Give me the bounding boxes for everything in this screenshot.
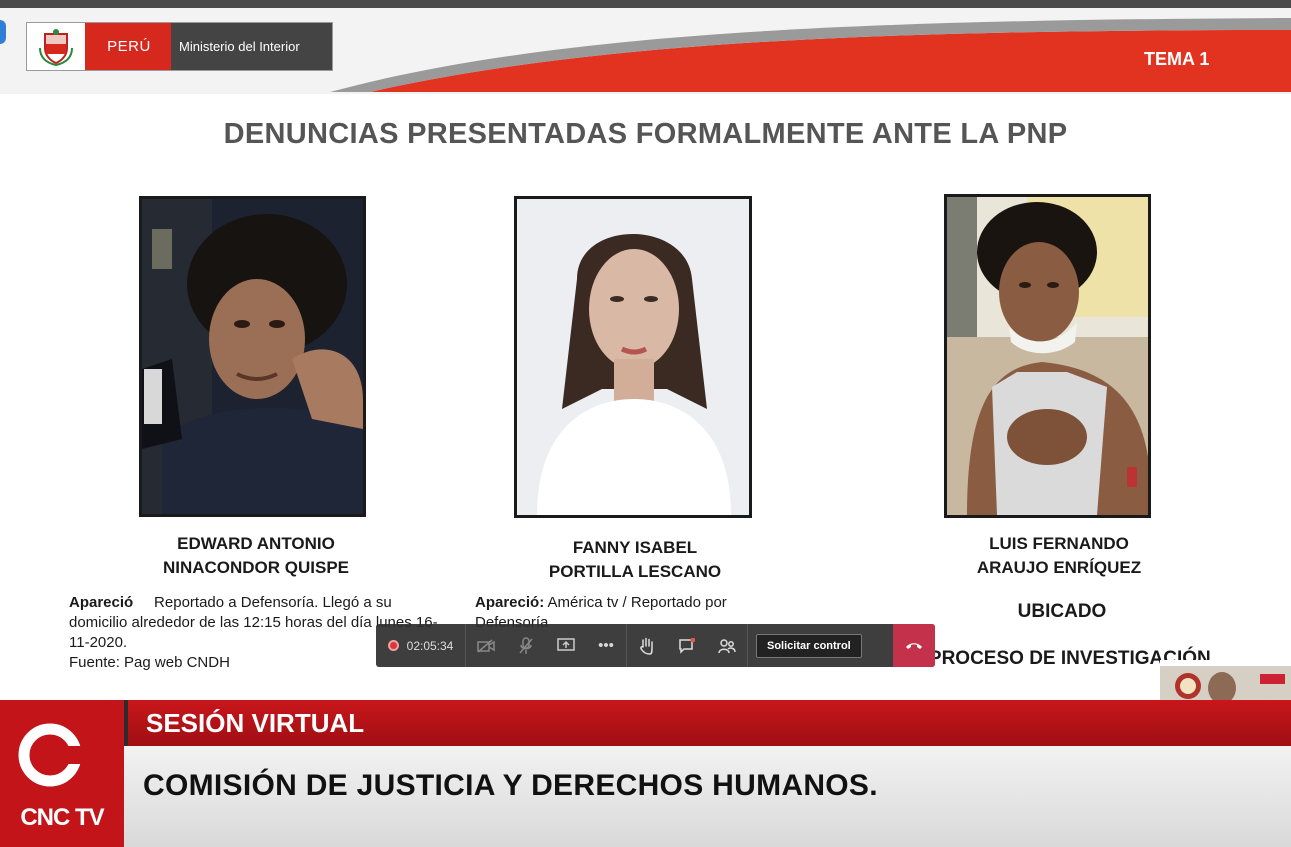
coat-of-arms-icon [27,23,85,70]
photo-person-2 [514,196,752,518]
desc-label: Apareció: [475,594,545,611]
chat-icon[interactable] [667,624,707,667]
desc-label: Apareció [69,594,134,611]
logo-country: PERÚ [85,23,171,70]
recording-indicator: 02:05:34 [376,624,466,667]
hang-up-button[interactable] [893,624,935,667]
record-icon [387,640,399,651]
photo-person-1 [139,196,366,517]
logo-ministry: Ministerio del Interior [171,23,332,70]
toolbar-divider [747,624,748,667]
mic-off-icon[interactable] [506,624,546,667]
request-control-button[interactable]: Solicitar control [756,633,862,658]
slide-title: DENUNCIAS PRESENTADAS FORMALMENTE ANTE L… [223,118,1068,150]
recording-time: 02:05:34 [406,638,454,653]
ministry-logo: PERÚ Ministerio del Interior [26,22,333,71]
person-1-name: EDWARD ANTONIO NINACONDOR QUISPE [162,534,350,577]
more-icon[interactable]: ••• [586,624,626,667]
commission-title: COMISIÓN DE JUSTICIA Y DERECHOS HUMANOS. [143,769,878,802]
cnc-c-icon [18,723,84,787]
person-3-name: LUIS FERNANDO ARAUJO ENRÍQUEZ [976,534,1142,577]
participant-video-thumbnail[interactable] [1160,660,1291,700]
person-2-name: FANNY ISABEL PORTILLA LESCANO [548,538,722,581]
participants-icon[interactable] [707,624,747,667]
photo-person-3 [944,194,1151,518]
camera-off-icon[interactable] [466,624,506,667]
meeting-toolbar: 02:05:34 ••• Solicitar control [376,624,935,667]
raise-hand-icon[interactable] [627,624,667,667]
share-screen-icon[interactable] [546,624,586,667]
channel-name: CNC TV [20,804,104,831]
hang-up-icon [906,642,922,649]
presentation-slide: PERÚ Ministerio del Interior TEMA 1 DENU… [0,0,1291,700]
person-3-status: UBICADO [1017,601,1107,622]
blue-indicator [0,20,6,44]
topic-label: TEMA 1 [1144,49,1210,69]
session-label: SESIÓN VIRTUAL [146,708,365,738]
